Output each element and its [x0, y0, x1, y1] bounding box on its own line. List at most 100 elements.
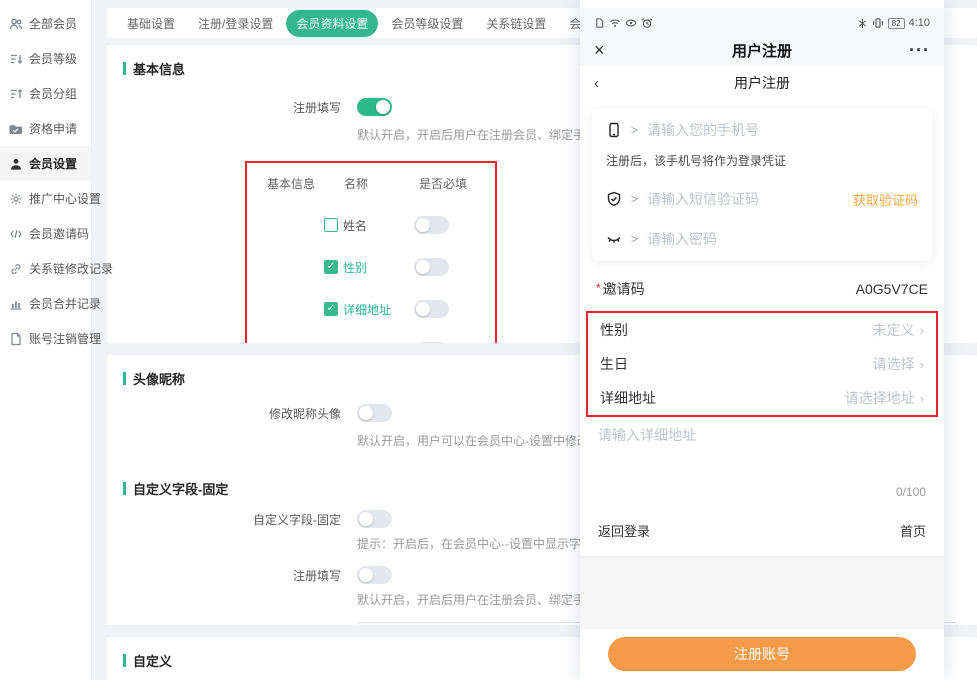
- green-bar: [123, 372, 126, 385]
- table-row: ✓ 详细地址: [267, 300, 475, 318]
- phone-hint: 注册后，该手机号将作为登录凭证: [606, 150, 918, 179]
- address-textarea[interactable]: 请输入详细地址 0/100: [580, 417, 944, 503]
- phone-nav-title: 用户注册: [594, 40, 930, 61]
- table-row: 姓名: [267, 216, 475, 234]
- green-bar: [123, 654, 126, 667]
- required-toggle-name[interactable]: [414, 216, 449, 234]
- sim-icon: [594, 17, 605, 29]
- tab-basic-settings[interactable]: 基础设置: [117, 10, 185, 37]
- address-textarea-placeholder: 请输入详细地址: [598, 425, 926, 445]
- custom-fixed-toggle[interactable]: [357, 510, 392, 528]
- chevron-right-icon: >: [631, 232, 638, 246]
- statusbar-right-icons: 82 4:10: [857, 17, 930, 29]
- wifi-icon: [609, 17, 621, 29]
- address-picker-row[interactable]: 详细地址 请选择地址›: [588, 381, 936, 415]
- field-name: 性别: [343, 259, 367, 276]
- col-basic-info: 基本信息: [267, 175, 344, 192]
- sidebar-item-invite-code[interactable]: 会员邀请码: [0, 216, 91, 251]
- required-toggle-birthday[interactable]: [414, 342, 449, 343]
- tab-member-level-settings[interactable]: 会员等级设置: [381, 10, 473, 37]
- checkbox-gender[interactable]: ✓: [324, 260, 338, 274]
- sidebar-item-relation-log[interactable]: 关系链修改记录: [0, 251, 91, 286]
- chevron-right-icon: >: [631, 192, 638, 206]
- modify-nickname-toggle[interactable]: [357, 404, 392, 422]
- alarm-icon: [641, 17, 653, 29]
- gender-value: 未定义: [873, 320, 915, 340]
- birthday-picker-row[interactable]: 生日 请选择›: [588, 347, 936, 381]
- sidebar-item-label: 会员设置: [29, 155, 77, 172]
- table-row: ✓ 生日: [267, 342, 475, 343]
- tab-register-login-settings[interactable]: 注册/登录设置: [188, 10, 283, 37]
- gender-picker-row[interactable]: 性别 未定义›: [588, 313, 936, 347]
- phone-statusbar: 82 4:10 × 用户注册 ···: [580, 8, 944, 66]
- rank-down-icon: [9, 52, 23, 66]
- sidebar-item-member-group[interactable]: 会员分组: [0, 76, 91, 111]
- required-toggle-address[interactable]: [414, 300, 449, 318]
- back-to-login-link[interactable]: 返回登录: [598, 521, 650, 540]
- invite-code-row[interactable]: 邀请码 A0G5V7CE: [580, 261, 944, 311]
- link-icon: [9, 262, 23, 276]
- phone-number-field[interactable]: > 请输入您的手机号: [606, 110, 918, 150]
- custom-register-fill-label: 注册填写: [123, 566, 341, 608]
- statusbar-left-icons: [594, 17, 653, 29]
- sidebar-item-account-cancel[interactable]: 账号注销管理: [0, 321, 91, 356]
- password-field[interactable]: > 请输入密码: [606, 219, 918, 259]
- sidebar-item-label: 全部会员: [29, 15, 77, 32]
- sidebar-item-promotion-settings[interactable]: 推广中心设置: [0, 181, 91, 216]
- sidebar-item-member-level[interactable]: 会员等级: [0, 41, 91, 76]
- tab-member-profile-settings[interactable]: 会员资料设置: [286, 10, 378, 37]
- phone-subnav: ‹ 用户注册: [580, 66, 944, 100]
- battery-icon: 82: [888, 18, 905, 29]
- sidebar-item-merge-log[interactable]: 会员合并记录: [0, 286, 91, 321]
- field-name: 详细地址: [343, 301, 391, 318]
- app: 全部会员 会员等级 会员分组 资格申请 会员设置 推广中心设置 会员邀请码 关: [0, 0, 977, 680]
- col-name: 名称: [344, 175, 419, 192]
- sidebar-item-member-settings[interactable]: 会员设置: [0, 146, 91, 181]
- col-required: 是否必填: [419, 175, 467, 192]
- sidebar-item-qualification[interactable]: 资格申请: [0, 111, 91, 146]
- toggle-knob: [376, 100, 390, 114]
- phone-placeholder: 请输入您的手机号: [647, 120, 759, 140]
- invite-code-value: A0G5V7CE: [856, 281, 928, 297]
- sidebar-item-all-members[interactable]: 全部会员: [0, 6, 91, 41]
- phone-subnav-title: 用户注册: [580, 73, 944, 93]
- highlighted-picker-group: 性别 未定义› 生日 请选择› 详细地址 请选择地址›: [586, 311, 938, 417]
- sidebar-item-label: 关系链修改记录: [29, 260, 113, 277]
- green-bar: [123, 482, 126, 495]
- toggle-knob: [416, 218, 430, 232]
- get-sms-code-button[interactable]: 获取验证码: [853, 190, 918, 209]
- page-background-filler: [580, 556, 944, 629]
- phone-preview-drawer: 82 4:10 × 用户注册 ··· ‹ 用户注册 > 请输入您的手机号 注册后…: [580, 0, 944, 680]
- field-name: 姓名: [343, 217, 367, 234]
- register-fill-label: 注册填写: [123, 98, 341, 143]
- birthday-value: 请选择: [873, 354, 915, 374]
- sidebar-item-label: 会员合并记录: [29, 295, 101, 312]
- custom-fixed-label: 自定义字段-固定: [123, 510, 341, 552]
- custom-register-fill-toggle[interactable]: [357, 566, 392, 584]
- sidebar-item-label: 会员分组: [29, 85, 77, 102]
- sidebar-item-label: 推广中心设置: [29, 190, 101, 207]
- toggle-knob: [359, 512, 373, 526]
- checkbox-address[interactable]: ✓: [324, 302, 338, 316]
- user-icon: [9, 157, 23, 171]
- green-bar: [123, 62, 126, 75]
- toggle-knob: [416, 302, 430, 316]
- toggle-knob: [359, 406, 373, 420]
- home-link[interactable]: 首页: [900, 521, 926, 540]
- sidebar-item-label: 会员等级: [29, 50, 77, 67]
- register-account-button[interactable]: 注册账号: [608, 637, 916, 671]
- chevron-right-icon: >: [631, 123, 638, 137]
- tab-relation-chain-settings[interactable]: 关系链设置: [476, 10, 556, 37]
- required-toggle-gender[interactable]: [414, 258, 449, 276]
- chevron-right-icon: ›: [920, 357, 924, 372]
- silent-icon: [857, 18, 868, 29]
- vibrate-icon: [872, 17, 884, 29]
- table-row: ✓ 性别: [267, 258, 475, 276]
- register-fill-toggle[interactable]: [357, 98, 392, 116]
- checkbox-name[interactable]: [324, 218, 338, 232]
- statusbar-time: 4:10: [909, 17, 930, 29]
- users-icon: [9, 17, 23, 31]
- submit-bar: 注册账号: [580, 629, 944, 680]
- sms-code-field[interactable]: > 请输入短信验证码 获取验证码: [606, 179, 918, 219]
- sidebar-item-label: 会员邀请码: [29, 225, 89, 242]
